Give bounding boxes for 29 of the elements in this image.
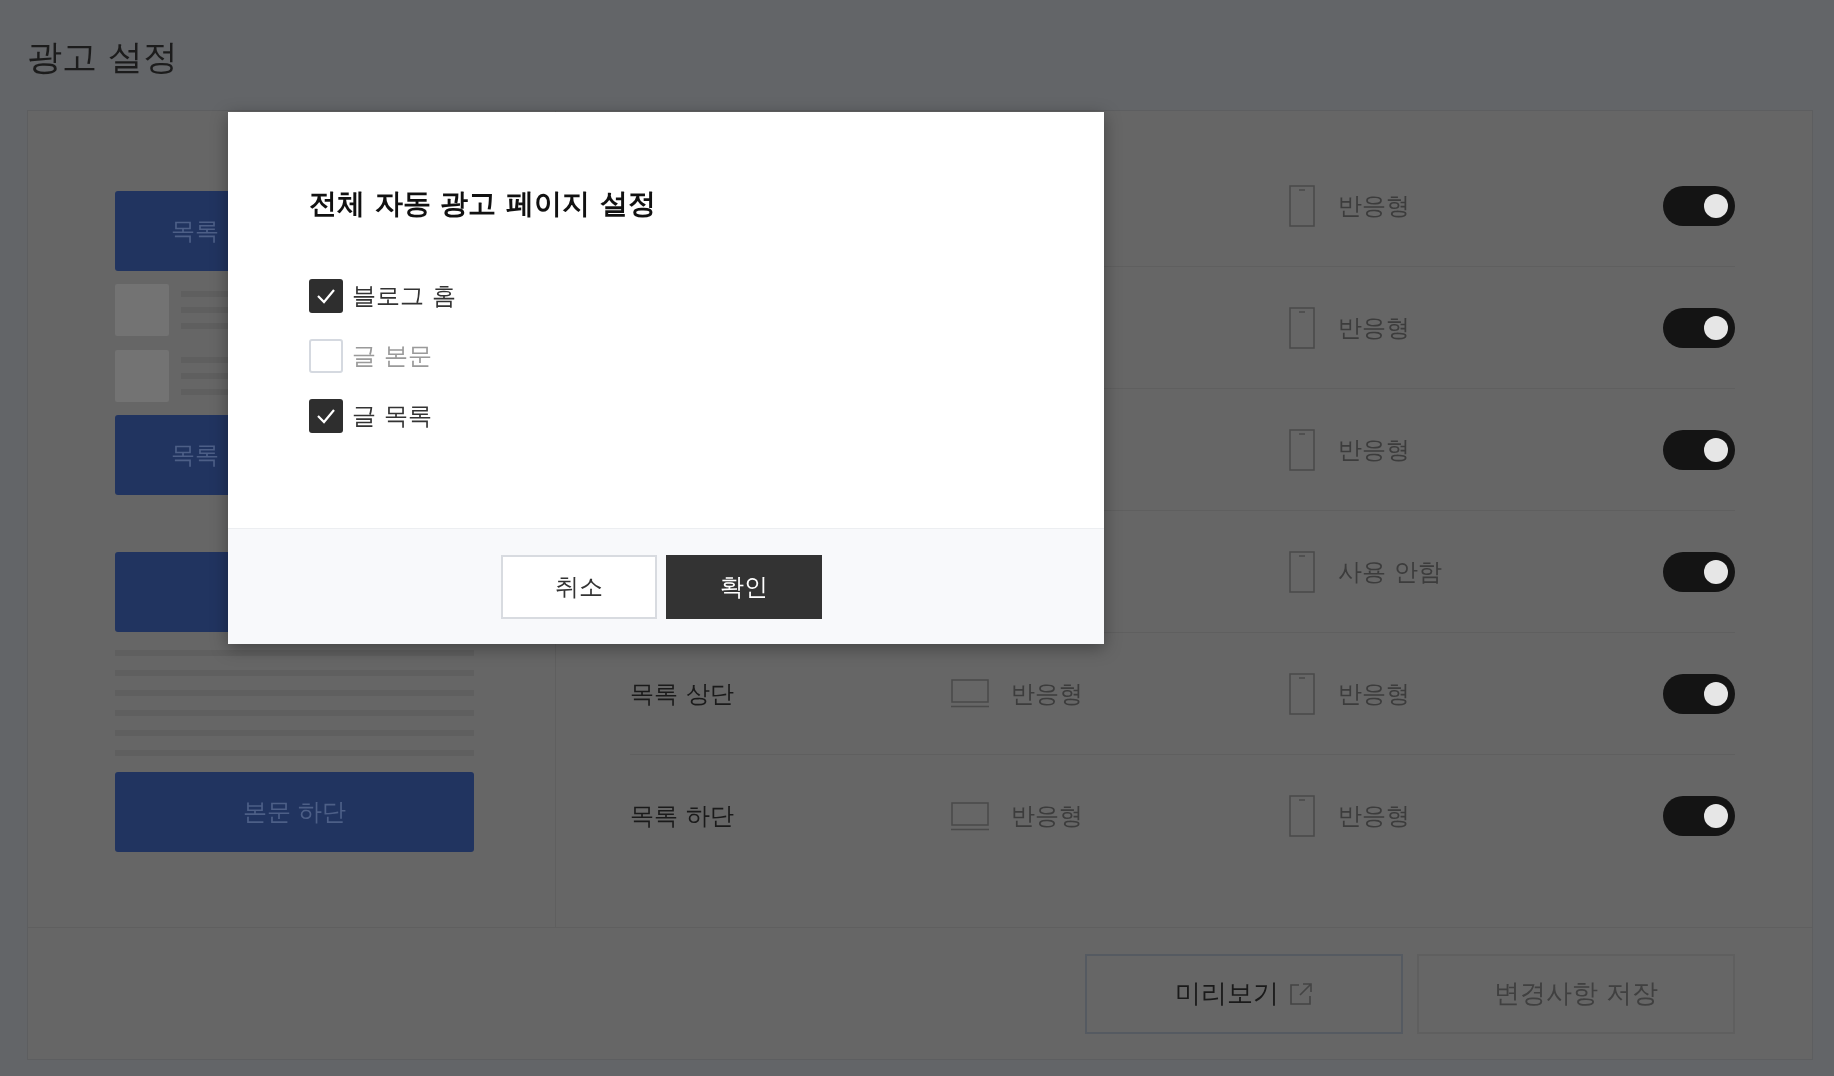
phone-icon: [1289, 184, 1315, 227]
toggle-switch[interactable]: [1663, 429, 1735, 470]
checkbox-label: 글 목록: [352, 400, 432, 432]
phone-icon: [1289, 672, 1315, 715]
phone-icon: [1289, 306, 1315, 349]
monitor-icon: [951, 679, 989, 708]
toggle-switch[interactable]: [1663, 551, 1735, 592]
checkbox[interactable]: [309, 398, 343, 433]
page-title: 광고 설정: [27, 36, 180, 79]
phone-icon: [1289, 795, 1315, 837]
phone-icon: [1289, 550, 1315, 593]
monitor-icon: [951, 801, 989, 831]
cancel-button[interactable]: 취소: [500, 554, 657, 619]
check-icon: [316, 407, 336, 424]
toggle-switch[interactable]: [1663, 673, 1735, 714]
phone-icon: [1289, 428, 1315, 471]
checkbox[interactable]: [309, 278, 343, 313]
external-link-icon: [1289, 981, 1313, 1006]
toggle-switch[interactable]: [1663, 796, 1735, 836]
checkbox-label: 블로그 홈: [352, 280, 456, 312]
confirm-button[interactable]: 확인: [665, 554, 822, 619]
toggle-switch[interactable]: [1663, 185, 1735, 226]
row-label: 목록 상단: [630, 679, 734, 708]
dialog-title: 전체 자동 광고 페이지 설정: [309, 186, 657, 222]
checkbox[interactable]: [309, 338, 343, 373]
toggle-switch[interactable]: [1663, 307, 1735, 348]
check-icon: [316, 287, 336, 304]
row-label: 목록 하단: [630, 802, 734, 830]
checkbox-label: 글 본문: [352, 340, 432, 372]
